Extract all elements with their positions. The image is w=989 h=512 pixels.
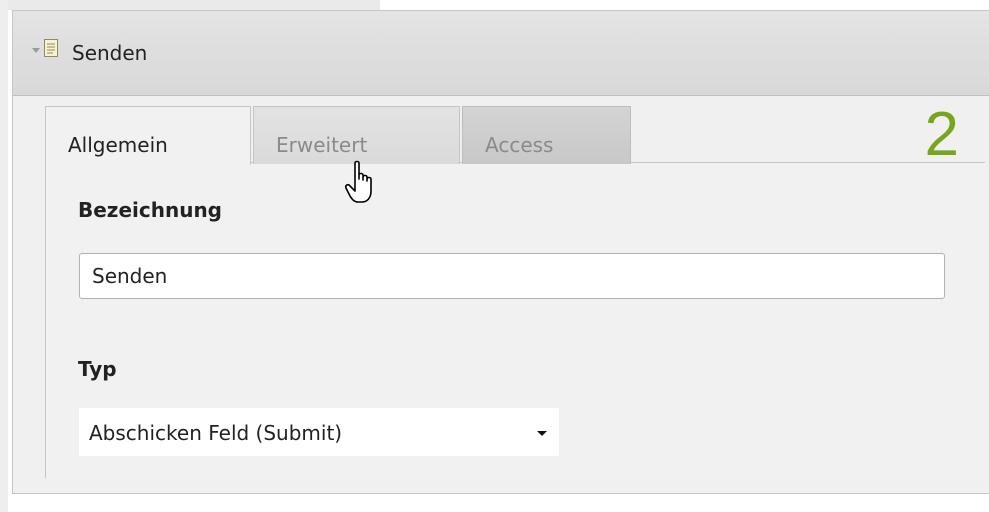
page: Senden Allgemein Erweitert Access 2 Beze… bbox=[0, 0, 989, 512]
left-margin bbox=[0, 0, 8, 512]
tab-access[interactable]: Access bbox=[462, 106, 631, 164]
top-strip bbox=[8, 0, 989, 10]
panel-title: Senden bbox=[72, 41, 148, 65]
type-label: Typ bbox=[78, 357, 117, 381]
chevron-down-icon[interactable] bbox=[32, 48, 40, 53]
tab-erweitert[interactable]: Erweitert bbox=[253, 106, 460, 164]
caret-down-icon[interactable] bbox=[537, 431, 547, 436]
panel-header[interactable]: Senden bbox=[13, 11, 989, 96]
top-strip-grey bbox=[8, 0, 380, 10]
type-select-value: Abschicken Feld (Submit) bbox=[89, 421, 343, 445]
name-input[interactable] bbox=[79, 253, 945, 299]
hand-pointer-icon bbox=[344, 160, 372, 203]
document-icon bbox=[44, 39, 58, 57]
name-label: Bezeichnung bbox=[78, 198, 222, 222]
type-select[interactable]: Abschicken Feld (Submit) bbox=[79, 408, 559, 456]
tab-allgemein[interactable]: Allgemein bbox=[45, 106, 251, 165]
step-marker: 2 bbox=[924, 100, 959, 169]
